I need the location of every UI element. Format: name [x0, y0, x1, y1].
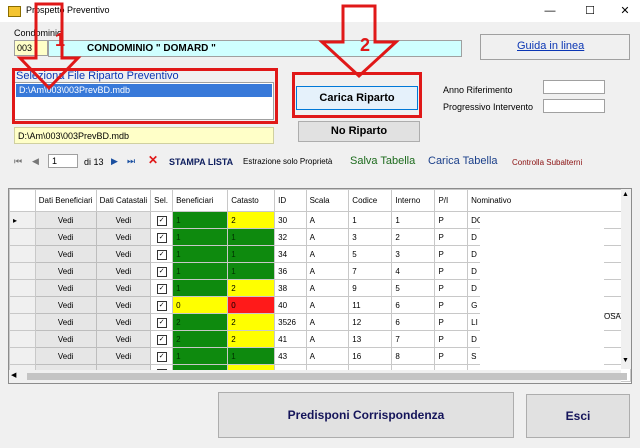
annotation-arrow-2 — [318, 4, 400, 79]
annotation-arrow-1 — [16, 2, 82, 91]
annotation-number-1: 1 — [55, 30, 66, 50]
annotation-arrows — [16, 2, 400, 91]
annotation-number-2: 2 — [360, 35, 371, 55]
